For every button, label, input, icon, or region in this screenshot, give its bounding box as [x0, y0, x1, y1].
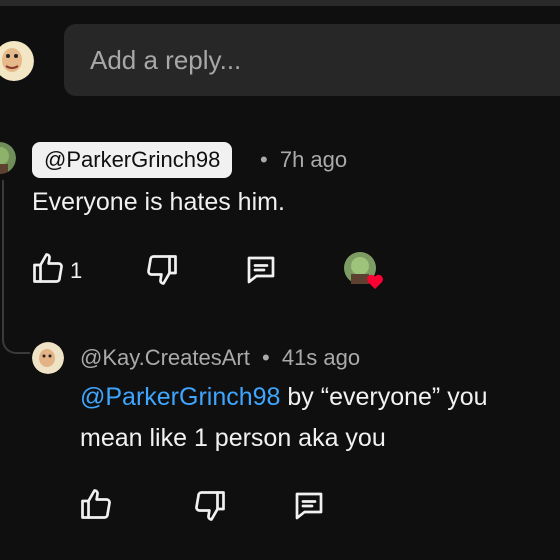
reply-reply-button[interactable]	[290, 488, 328, 524]
heart-icon	[367, 274, 383, 289]
dislike-button[interactable]	[144, 252, 180, 288]
reply-meta: @Kay.CreatesArt • 41s ago	[80, 345, 360, 371]
thumb-down-icon	[147, 255, 177, 285]
top-divider	[0, 0, 560, 6]
thumb-up-icon	[81, 489, 111, 519]
commenter-avatar[interactable]	[0, 142, 16, 174]
reply-author[interactable]: @Kay.CreatesArt	[80, 345, 250, 370]
comment-author[interactable]: @ParkerGrinch98	[44, 147, 220, 172]
current-user-avatar	[0, 38, 34, 84]
comment-author-chip[interactable]: @ParkerGrinch98	[32, 142, 233, 178]
meta-separator: •	[262, 345, 270, 370]
reply-text-line2: mean like 1 person aka you	[80, 424, 386, 452]
creator-heart	[344, 252, 386, 292]
meta-separator: •	[260, 147, 268, 172]
reply-comment-icon	[295, 492, 323, 520]
reply-like-button[interactable]	[78, 486, 114, 522]
mention-link[interactable]: @ParkerGrinch98	[80, 383, 280, 411]
thread-line	[2, 180, 4, 340]
thumb-up-icon	[33, 253, 63, 283]
reply-input[interactable]	[88, 44, 552, 77]
reply-button[interactable]	[242, 252, 280, 288]
reply-comment-icon	[247, 256, 275, 284]
reply-text-line1: @ParkerGrinch98 by “everyone” you	[80, 383, 488, 412]
reply-input-container[interactable]	[64, 24, 560, 96]
comment-text: Everyone is hates him.	[32, 188, 285, 216]
thumb-down-icon	[195, 491, 225, 521]
comment-meta: • 7h ago	[260, 147, 347, 173]
like-button[interactable]	[30, 250, 66, 286]
reply-text-rest: by “everyone” you	[280, 383, 488, 411]
reply-dislike-button[interactable]	[192, 488, 228, 524]
like-count: 1	[70, 258, 83, 283]
comment-time[interactable]: 7h ago	[280, 147, 347, 172]
reply-time[interactable]: 41s ago	[282, 345, 360, 370]
reply-author-avatar[interactable]	[32, 342, 64, 374]
thread-curve	[2, 320, 30, 354]
